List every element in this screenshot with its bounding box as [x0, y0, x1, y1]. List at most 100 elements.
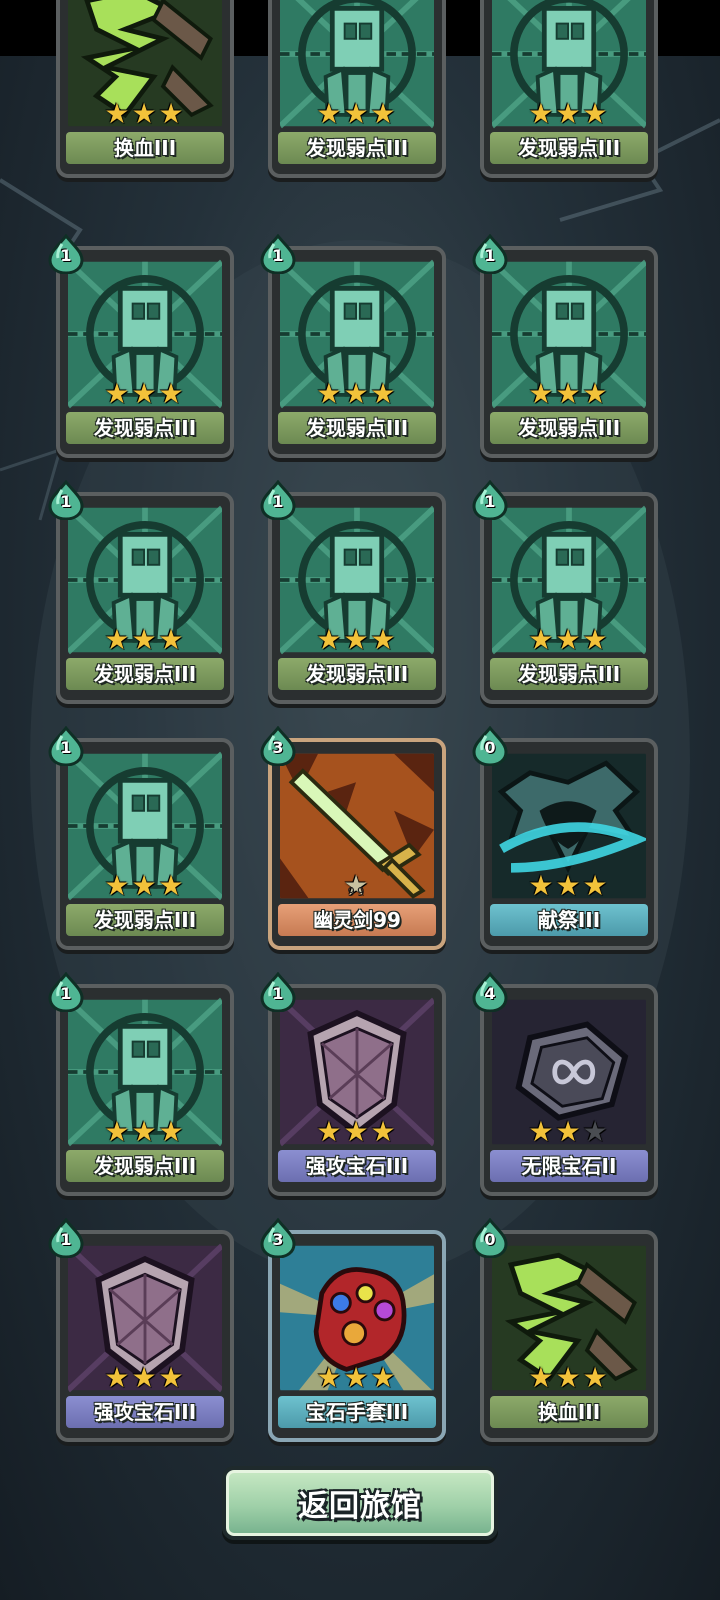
- star-icon: ★: [528, 97, 556, 130]
- energy-cost-value: 1: [60, 738, 72, 757]
- star-icon: ★: [131, 869, 159, 902]
- energy-cost-value: 1: [272, 984, 284, 1003]
- energy-cost-value: 3: [272, 738, 284, 757]
- energy-cost-drop-icon: 4: [472, 971, 508, 1013]
- return-to-inn-label: 返回旅馆: [298, 1489, 422, 1524]
- energy-cost-value: 1: [484, 246, 496, 265]
- star-icon: ★: [104, 377, 132, 410]
- star-icon: ★: [316, 1361, 344, 1394]
- star-icon: ★: [528, 1361, 556, 1394]
- deck-card[interactable]: ★★★ 强攻宝石III 1: [260, 971, 446, 1196]
- star-icon: ★: [528, 1115, 556, 1148]
- star-icon: ★: [528, 869, 556, 902]
- energy-cost-drop-icon: 1: [48, 725, 84, 767]
- energy-cost-drop-icon: 3: [260, 725, 296, 767]
- star-icon: ★: [316, 1115, 344, 1148]
- energy-cost-drop-icon: 0: [472, 725, 508, 767]
- star-icon: ★: [343, 1115, 371, 1148]
- star-rating: ★★★: [60, 626, 230, 654]
- return-to-inn-button[interactable]: 返回旅馆: [222, 1466, 498, 1540]
- deck-card[interactable]: ★★★ 强攻宝石III 1: [48, 1217, 234, 1442]
- energy-cost-drop-icon: 1: [48, 479, 84, 521]
- star-icon: ★: [370, 377, 398, 410]
- deck-card[interactable]: ★★★ 发现弱点III 1: [472, 233, 658, 458]
- star-icon: ★: [316, 377, 344, 410]
- card-name: 发现弱点III: [490, 658, 648, 690]
- star-level-text: 99: [347, 885, 367, 899]
- star-icon: ★: [370, 1361, 398, 1394]
- card-name: 换血III: [490, 1396, 648, 1428]
- star-icon: ★: [158, 377, 186, 410]
- star-rating: ★★★: [272, 1364, 442, 1392]
- energy-cost-drop-icon: 1: [472, 479, 508, 521]
- energy-cost-drop-icon: 0: [472, 1217, 508, 1259]
- star-rating: ★★★: [484, 380, 654, 408]
- star-icon: ★: [582, 97, 610, 130]
- energy-cost-value: 1: [60, 1230, 72, 1249]
- star-rating: ★★★: [484, 626, 654, 654]
- star-rating: ★★★: [60, 1364, 230, 1392]
- deck-card[interactable]: ★★★ 献祭III 0: [472, 725, 658, 950]
- deck-card[interactable]: ★★★ 发现弱点III 1: [260, 233, 446, 458]
- star-icon: ★: [104, 97, 132, 130]
- star-icon: ★: [104, 623, 132, 656]
- star-icon: ★: [131, 1115, 159, 1148]
- deck-card[interactable]: ★★★ 换血III 0: [472, 1217, 658, 1442]
- star-icon: ★: [104, 1361, 132, 1394]
- card-name: 幽灵剑99: [278, 904, 436, 936]
- card-name: 发现弱点III: [66, 412, 224, 444]
- star-icon: ★: [555, 1115, 583, 1148]
- star-rating: ★★★: [484, 100, 654, 128]
- star-icon: ★: [370, 623, 398, 656]
- deck-card[interactable]: ★★★ 发现弱点III: [268, 0, 446, 178]
- star-rating: ★★★: [272, 100, 442, 128]
- star-icon: ★: [131, 1361, 159, 1394]
- deck-card[interactable]: ★★★ 发现弱点III 1: [48, 725, 234, 950]
- star-icon: ★: [104, 1115, 132, 1148]
- card-name: 献祭III: [490, 904, 648, 936]
- star-icon: ★: [555, 623, 583, 656]
- card-name: 发现弱点III: [66, 1150, 224, 1182]
- deck-card[interactable]: ★★★ 宝石手套III 3: [260, 1217, 446, 1442]
- star-icon: ★: [555, 869, 583, 902]
- star-icon: ★: [343, 1361, 371, 1394]
- card-name: 换血III: [66, 132, 224, 164]
- card-name: 发现弱点III: [278, 412, 436, 444]
- star-icon: ★: [370, 97, 398, 130]
- deck-card[interactable]: ★★★ 发现弱点III: [480, 0, 658, 178]
- star-icon: ★: [370, 1115, 398, 1148]
- star-rating: ★★★: [272, 626, 442, 654]
- star-icon: ★: [158, 97, 186, 130]
- energy-cost-value: 1: [60, 492, 72, 511]
- star-icon: ★: [582, 377, 610, 410]
- deck-card[interactable]: ★★★ 发现弱点III 1: [472, 479, 658, 704]
- deck-card[interactable]: ★ 99 幽灵剑99 3: [260, 725, 446, 950]
- energy-cost-drop-icon: 1: [260, 479, 296, 521]
- star-rating: ★★★: [484, 1118, 654, 1146]
- deck-card[interactable]: ★★★ 发现弱点III 1: [48, 233, 234, 458]
- energy-cost-value: 1: [60, 246, 72, 265]
- deck-card[interactable]: ★★★ 无限宝石II 4: [472, 971, 658, 1196]
- card-name: 强攻宝石III: [278, 1150, 436, 1182]
- deck-card[interactable]: ★★★ 换血III: [56, 0, 234, 178]
- star-rating: ★★★: [60, 380, 230, 408]
- star-icon: ★: [582, 1361, 610, 1394]
- star-rating: ★★★: [60, 872, 230, 900]
- energy-cost-drop-icon: 3: [260, 1217, 296, 1259]
- star-rating: ★ 99: [272, 872, 442, 900]
- star-rating: ★★★: [484, 1364, 654, 1392]
- star-rating: ★★★: [272, 380, 442, 408]
- star-icon: ★: [158, 623, 186, 656]
- star-icon: ★: [131, 377, 159, 410]
- deck-card[interactable]: ★★★ 发现弱点III 1: [260, 479, 446, 704]
- card-grid: ★★★ 换血III ★★★ 发现弱点III ★★★ 发现弱点III ★★★ 发现…: [0, 0, 720, 1600]
- star-icon: ★ 99: [343, 872, 370, 900]
- deck-card[interactable]: ★★★ 发现弱点III 1: [48, 479, 234, 704]
- star-icon: ★: [104, 869, 132, 902]
- deck-card[interactable]: ★★★ 发现弱点III 1: [48, 971, 234, 1196]
- card-name: 发现弱点III: [490, 412, 648, 444]
- energy-cost-value: 1: [272, 246, 284, 265]
- star-icon: ★: [582, 623, 610, 656]
- star-icon: ★: [316, 623, 344, 656]
- energy-cost-drop-icon: 1: [48, 971, 84, 1013]
